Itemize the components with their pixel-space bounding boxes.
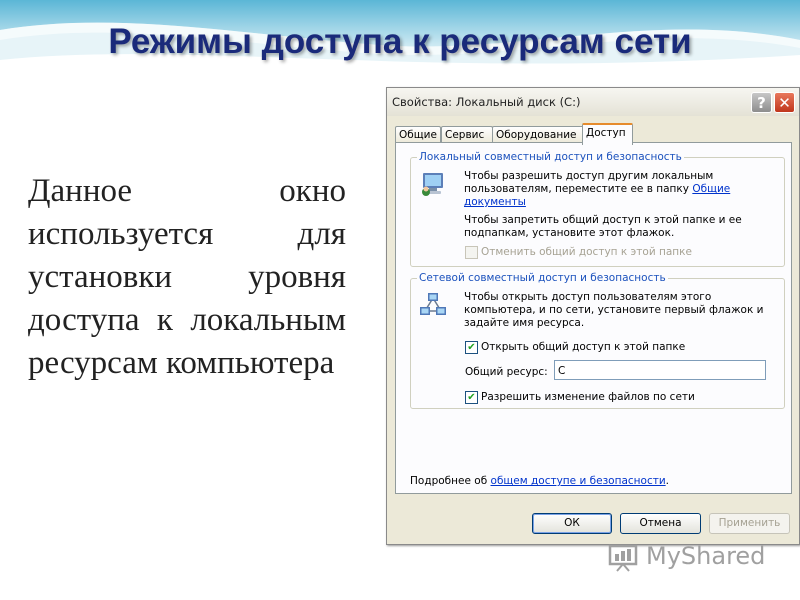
local-sharing-group: Локальный совместный доступ и безопаснос… (410, 151, 785, 267)
disable-sharing-checkbox[interactable] (465, 246, 478, 259)
slide-title: Режимы доступа к ресурсам сети (108, 22, 692, 61)
close-button[interactable]: ✕ (774, 92, 795, 113)
dialog-titlebar[interactable]: Свойства: Локальный диск (С:) ? ✕ (387, 88, 799, 116)
open-sharing-label: Открыть общий доступ к этой папке (481, 341, 686, 353)
computer-users-icon (419, 170, 447, 201)
sharing-tab-panel: Локальный совместный доступ и безопаснос… (395, 142, 792, 494)
local-sharing-instruction-text: Чтобы разрешить доступ другим локальным … (464, 170, 714, 195)
more-info-prefix: Подробнее об (410, 475, 491, 487)
allow-changes-label: Разрешить изменение файлов по сети (481, 391, 695, 403)
tab-service[interactable]: Сервис (441, 126, 493, 143)
network-sharing-group: Сетевой совместный доступ и безопасность… (410, 272, 785, 409)
help-icon: ? (757, 94, 766, 112)
local-sharing-legend: Локальный совместный доступ и безопаснос… (417, 151, 684, 163)
disable-sharing-label: Отменить общий доступ к этой папке (481, 246, 692, 258)
ok-button[interactable]: ОК (532, 513, 612, 534)
apply-button[interactable]: Применить (709, 513, 790, 534)
more-info-suffix: . (665, 475, 669, 487)
local-sharing-disable-text: Чтобы запретить общий доступ к этой папк… (464, 214, 742, 239)
close-icon: ✕ (778, 94, 791, 112)
open-sharing-checkbox[interactable]: ✔ (465, 341, 478, 354)
network-sharing-legend: Сетевой совместный доступ и безопасность (417, 272, 668, 284)
more-info-line: Подробнее об общем доступе и безопасност… (410, 475, 669, 488)
local-sharing-instruction: Чтобы разрешить доступ другим локальным … (464, 170, 734, 209)
sharing-security-link[interactable]: общем доступе и безопасности (491, 475, 666, 487)
slide-body-text: Данное окно используется для установки у… (28, 173, 346, 381)
help-button[interactable]: ? (751, 92, 772, 113)
dialog-title: Свойства: Локальный диск (С:) (392, 95, 581, 109)
myshared-logo-icon (608, 540, 642, 577)
properties-dialog: Свойства: Локальный диск (С:) ? ✕ Общие … (386, 87, 800, 545)
tab-hardware[interactable]: Оборудование (492, 126, 586, 143)
myshared-text: MyShared (646, 542, 766, 570)
tab-sharing[interactable]: Доступ (582, 123, 633, 145)
share-name-field[interactable]: C (554, 360, 766, 380)
cancel-button[interactable]: Отмена (620, 513, 701, 534)
network-icon (419, 291, 447, 322)
network-sharing-instruction: Чтобы открыть доступ пользователям этого… (464, 291, 764, 329)
allow-changes-checkbox[interactable]: ✔ (465, 391, 478, 404)
tab-general[interactable]: Общие (395, 126, 441, 143)
share-name-label: Общий ресурс: (465, 366, 548, 378)
